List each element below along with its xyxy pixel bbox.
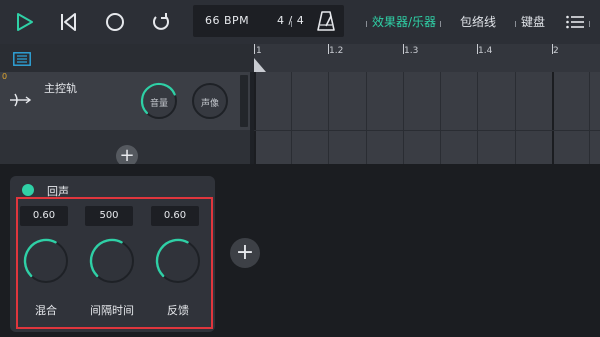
grid-line: [440, 72, 441, 164]
ruler-tick: [440, 21, 441, 27]
record-icon[interactable]: [101, 8, 129, 36]
tab-effects-instruments[interactable]: 效果器/乐器: [372, 0, 436, 44]
track-list-icon[interactable]: [13, 51, 31, 66]
bpm-readout[interactable]: 66 BPM: [205, 5, 249, 37]
tab-envelope[interactable]: 包络线: [460, 0, 496, 44]
track-name[interactable]: 主控轨: [44, 80, 77, 96]
highlight-box: [16, 197, 213, 329]
track-list-header: [0, 44, 254, 72]
ruler-tick: [291, 21, 292, 27]
track-resize-handle[interactable]: [240, 75, 248, 127]
ruler-tick: [328, 44, 329, 54]
ruler-tick: [589, 21, 590, 27]
grid-line: [366, 72, 367, 164]
playhead-marker-icon[interactable]: [254, 58, 266, 72]
loop-icon[interactable]: [147, 8, 175, 36]
metronome-icon[interactable]: [317, 11, 335, 31]
effect-enabled-toggle[interactable]: [22, 184, 34, 196]
ruler-tick: [515, 21, 516, 27]
ruler-label: 1.4: [478, 46, 493, 56]
grid-line: [403, 72, 404, 164]
ruler-tick: [477, 44, 478, 54]
play-icon[interactable]: [10, 8, 38, 36]
track-index: 0: [2, 72, 8, 81]
grid-line: [477, 72, 478, 164]
ruler-tick: [366, 21, 367, 27]
grid-line: [515, 72, 516, 164]
grid-line: [328, 72, 329, 164]
lane-divider: [254, 130, 600, 131]
grid-line: [254, 72, 256, 164]
ruler-tick: [552, 44, 553, 54]
ruler-label: 1.3: [404, 46, 419, 56]
transport-display[interactable]: 66 BPM 4 / 4: [193, 5, 344, 37]
grid-line: [291, 72, 292, 164]
volume-label: 音量: [149, 99, 168, 109]
add-effect-button[interactable]: +: [230, 238, 260, 268]
split-output-icon: [10, 92, 32, 108]
track-lane[interactable]: [254, 72, 600, 164]
pan-label: 声像: [200, 99, 219, 109]
ruler-label: 2: [553, 46, 559, 56]
ruler-tick: [403, 44, 404, 54]
tab-keyboard[interactable]: 键盘: [521, 0, 545, 44]
skip-to-start-icon[interactable]: [54, 8, 82, 36]
hamburger-menu-icon[interactable]: [566, 14, 584, 29]
grid-line: [552, 72, 554, 164]
timeline-ruler[interactable]: [254, 44, 600, 72]
ruler-label: 1.2: [329, 46, 344, 56]
ruler-tick: [254, 44, 255, 54]
grid-line: [589, 72, 590, 164]
ruler-label: 1: [256, 46, 262, 56]
